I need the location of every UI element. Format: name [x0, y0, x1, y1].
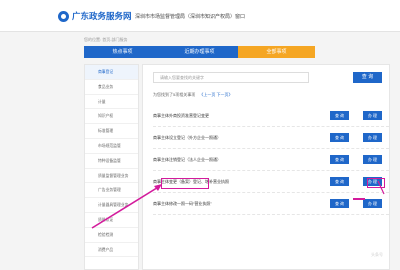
watermark: 头条号	[371, 252, 383, 257]
arrow-head-icon	[154, 184, 162, 191]
arrow-line	[91, 185, 161, 229]
arrow-line	[377, 180, 385, 195]
annotation-arrows	[91, 180, 385, 229]
